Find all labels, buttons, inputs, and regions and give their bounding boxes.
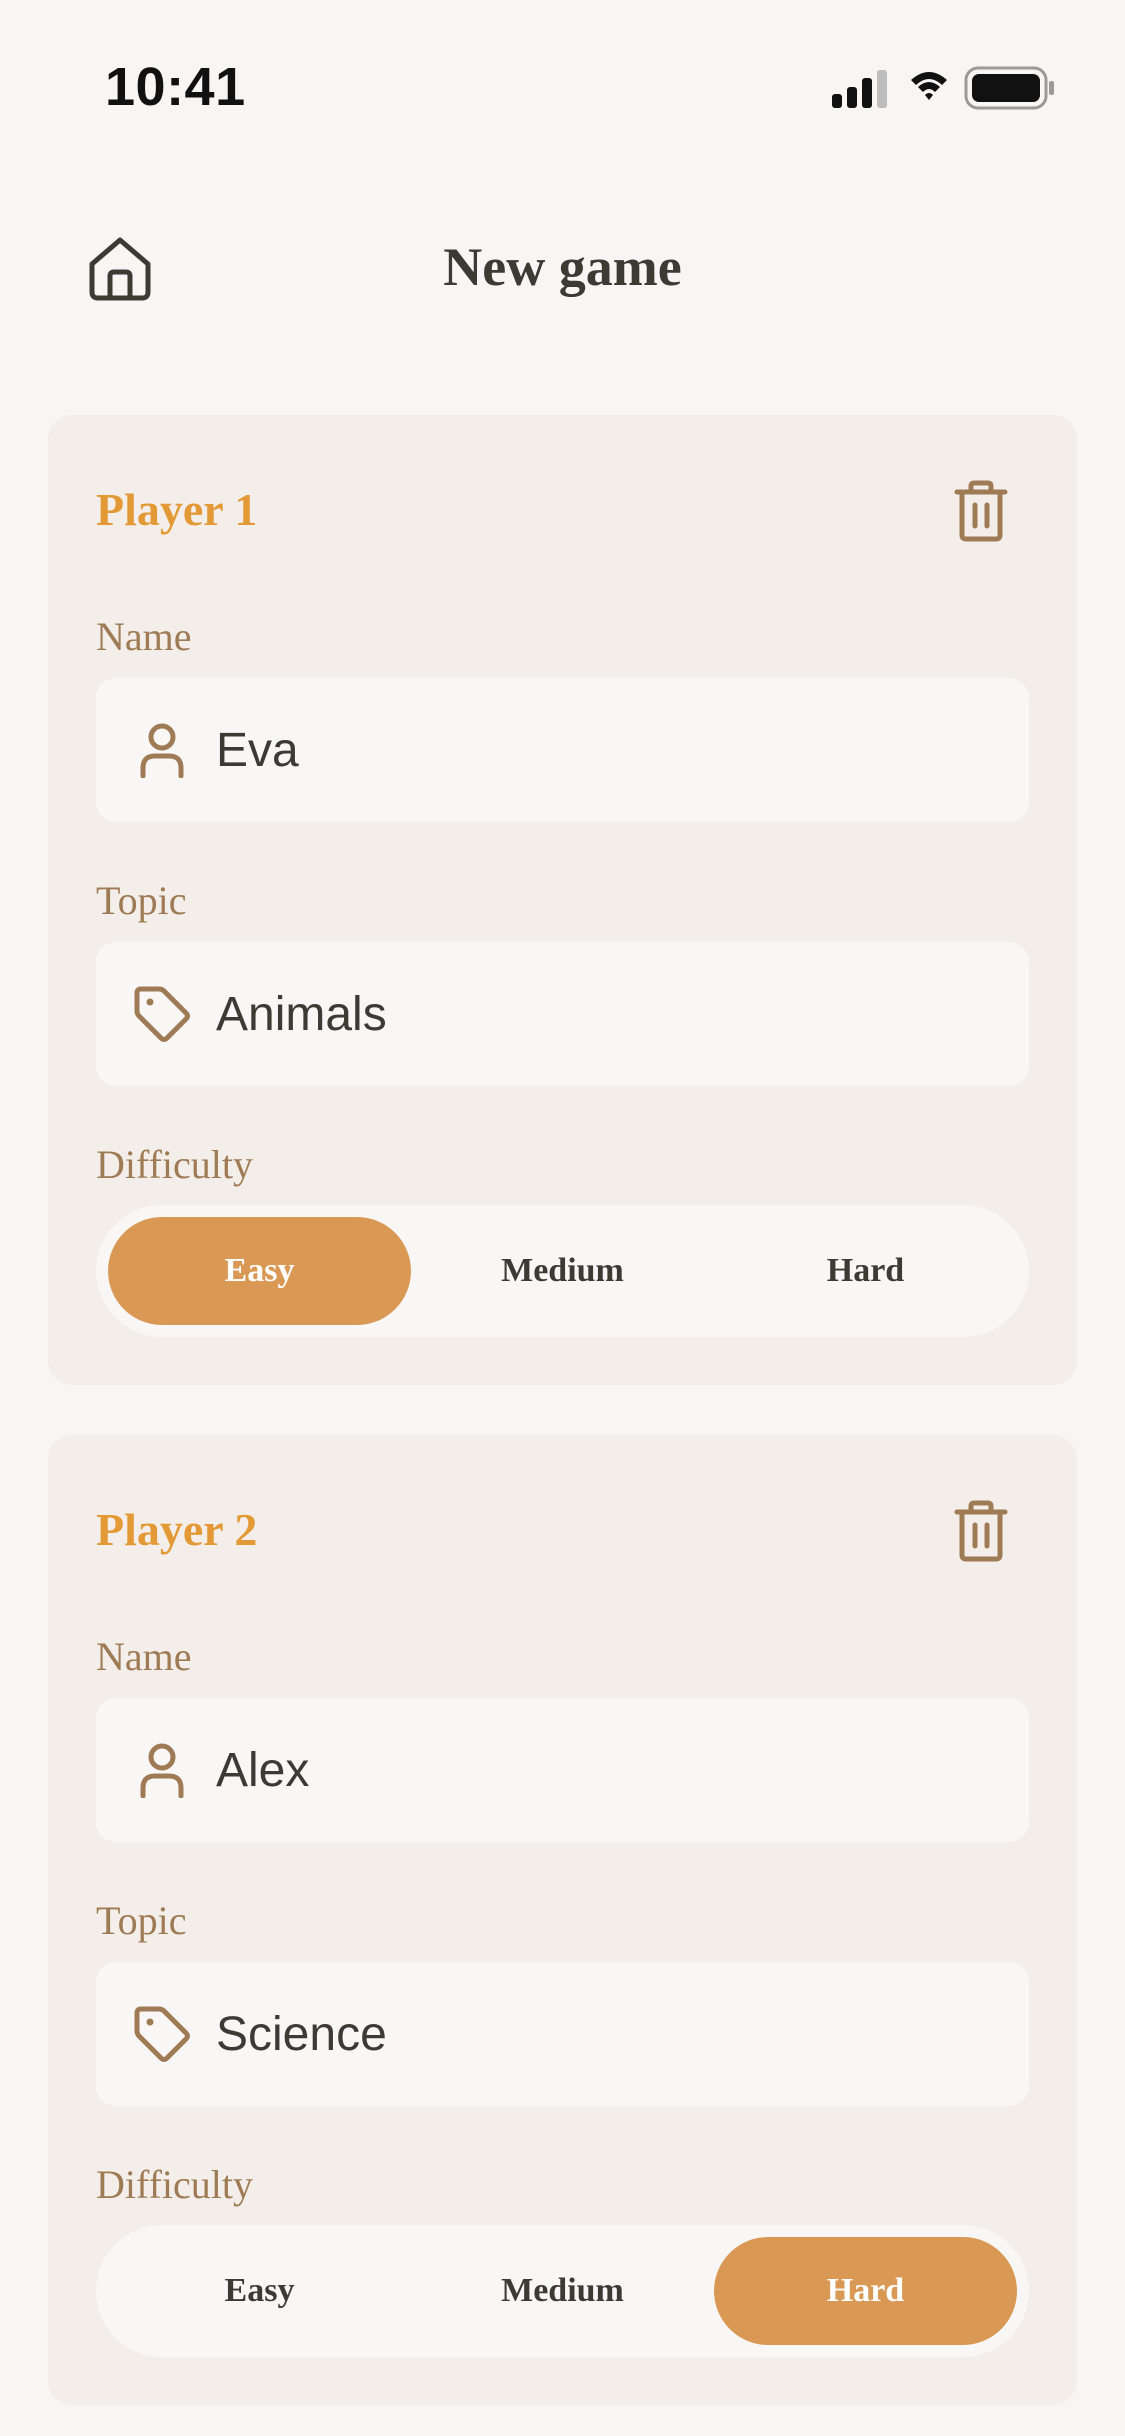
name-field[interactable]: Eva (96, 678, 1029, 822)
difficulty-label: Difficulty (96, 1142, 254, 1187)
name-value: Eva (216, 723, 299, 777)
topic-field[interactable]: Animals (96, 942, 1029, 1086)
status-icons (832, 66, 1054, 110)
tag-icon (130, 982, 194, 1046)
name-label: Name (96, 614, 192, 659)
user-icon (130, 1738, 194, 1802)
name-value: Alex (216, 1743, 310, 1797)
topic-value: Science (216, 2007, 387, 2061)
cellular-signal-icon (832, 70, 887, 108)
difficulty-easy[interactable]: Easy (108, 1217, 411, 1325)
wifi-icon (911, 72, 947, 100)
user-icon (130, 718, 194, 782)
player-title: Player 2 (96, 1504, 258, 1555)
status-bar: 10:41 (0, 0, 1125, 150)
new-game-screen: 10:41 New game Player 1 Name Eva Topic A… (0, 0, 1125, 2436)
topic-label: Topic (96, 1898, 187, 1943)
difficulty-hard[interactable]: Hard (714, 1217, 1017, 1325)
status-time: 10:41 (105, 57, 246, 117)
difficulty-easy[interactable]: Easy (108, 2237, 411, 2345)
player-card: Player 2 Name Alex Topic Science Difficu… (48, 1435, 1077, 2405)
name-label: Name (96, 1634, 192, 1679)
player-card: Player 1 Name Eva Topic Animals Difficul… (48, 415, 1077, 1385)
topic-field[interactable]: Science (96, 1962, 1029, 2106)
difficulty-medium[interactable]: Medium (411, 1217, 714, 1325)
player-title: Player 1 (96, 484, 258, 535)
difficulty-selector: Easy Medium Hard (96, 1205, 1029, 1337)
battery-icon (964, 66, 1054, 110)
delete-player-button[interactable] (945, 475, 1017, 547)
delete-player-button[interactable] (945, 1495, 1017, 1567)
tag-icon (130, 2002, 194, 2066)
name-field[interactable]: Alex (96, 1698, 1029, 1842)
page-title: New game (443, 237, 682, 297)
trash-icon (954, 480, 1008, 542)
topic-value: Animals (216, 987, 387, 1041)
difficulty-medium[interactable]: Medium (411, 2237, 714, 2345)
difficulty-selector: Easy Medium Hard (96, 2225, 1029, 2357)
difficulty-hard[interactable]: Hard (714, 2237, 1017, 2345)
trash-icon (954, 1500, 1008, 1562)
topic-label: Topic (96, 878, 187, 923)
difficulty-label: Difficulty (96, 2162, 254, 2207)
